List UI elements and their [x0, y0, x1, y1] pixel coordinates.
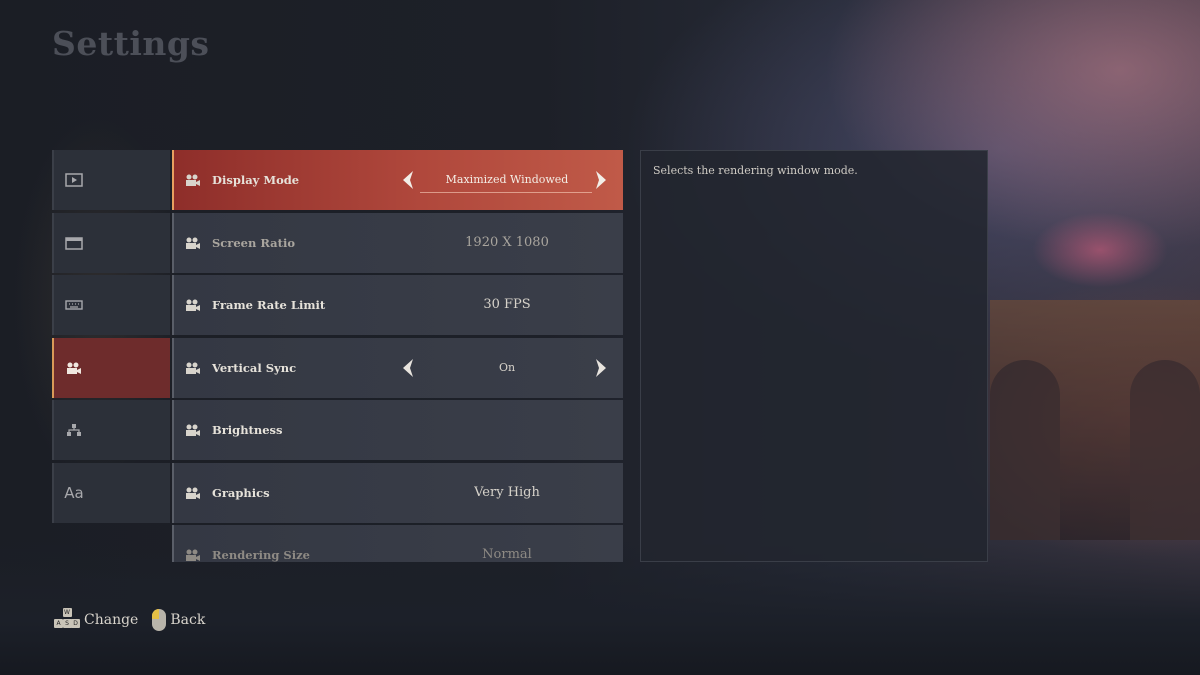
camera-icon	[184, 235, 202, 251]
setting-row-graphics[interactable]: Graphics Very High	[172, 462, 623, 523]
setting-label: Graphics	[212, 485, 270, 500]
change-hint[interactable]: Change	[84, 612, 138, 628]
network-icon	[64, 422, 84, 438]
camera-icon	[184, 297, 202, 313]
setting-value: 1920 X 1080	[465, 234, 549, 250]
window-icon	[64, 235, 84, 251]
mouse-icon	[152, 609, 167, 631]
setting-label: Rendering Size	[212, 548, 310, 562]
setting-label: Vertical Sync	[212, 360, 297, 375]
tab-camera[interactable]	[52, 337, 170, 398]
settings-list: Display Mode Maximized Windowed Screen R…	[172, 150, 623, 562]
tab-keyboard[interactable]	[52, 275, 170, 335]
value-underline	[420, 192, 592, 193]
setting-row-display-mode[interactable]: Display Mode Maximized Windowed	[172, 150, 623, 210]
key-a: A	[54, 619, 63, 628]
setting-row-brightness[interactable]: Brightness	[172, 400, 623, 460]
settings-panel: Aa Display Mode Maximized Windowed Scree…	[52, 150, 623, 562]
language-icon: Aa	[64, 483, 84, 502]
camera-icon	[64, 360, 84, 376]
background-arches	[990, 300, 1200, 540]
category-tabs: Aa	[52, 150, 171, 525]
camera-icon	[184, 422, 202, 438]
setting-label: Display Mode	[212, 173, 300, 187]
description-text: Selects the rendering window mode.	[653, 164, 858, 177]
key-w: W	[62, 608, 72, 617]
footer-hints: W A S D Change Back	[54, 608, 219, 632]
tab-window[interactable]	[52, 212, 170, 273]
camera-icon	[184, 485, 202, 501]
page-title: Settings	[52, 24, 210, 63]
setting-value: Very High	[474, 484, 540, 500]
display-icon	[64, 172, 84, 188]
tab-language[interactable]: Aa	[52, 462, 170, 523]
setting-value: On	[498, 360, 516, 374]
keyboard-icon	[64, 297, 84, 313]
wasd-keys-icon: W A S D	[54, 608, 80, 632]
back-button[interactable]: Back	[170, 612, 205, 628]
setting-row-vertical-sync[interactable]: Vertical Sync On	[172, 337, 623, 398]
camera-icon	[184, 547, 202, 562]
camera-icon	[184, 360, 202, 376]
chevron-left-icon[interactable]	[400, 170, 420, 190]
setting-label: Screen Ratio	[212, 235, 295, 250]
chevron-right-icon[interactable]	[589, 358, 609, 378]
camera-icon	[184, 172, 202, 188]
key-d: D	[71, 619, 80, 628]
background-tree	[1000, 190, 1200, 310]
description-panel: Selects the rendering window mode.	[640, 150, 988, 562]
chevron-left-icon[interactable]	[400, 358, 420, 378]
setting-value: Normal	[482, 547, 532, 562]
chevron-right-icon[interactable]	[589, 170, 609, 190]
setting-row-rendering-size[interactable]: Rendering Size Normal	[172, 525, 623, 562]
setting-label: Brightness	[212, 423, 283, 437]
setting-row-screen-ratio[interactable]: Screen Ratio 1920 X 1080	[172, 212, 623, 273]
tab-network[interactable]	[52, 400, 170, 460]
tab-display[interactable]	[52, 150, 170, 210]
setting-label: Frame Rate Limit	[212, 298, 326, 312]
setting-value: Maximized Windowed	[445, 173, 569, 186]
setting-row-frame-rate-limit[interactable]: Frame Rate Limit 30 FPS	[172, 275, 623, 335]
setting-value: 30 FPS	[483, 297, 531, 312]
